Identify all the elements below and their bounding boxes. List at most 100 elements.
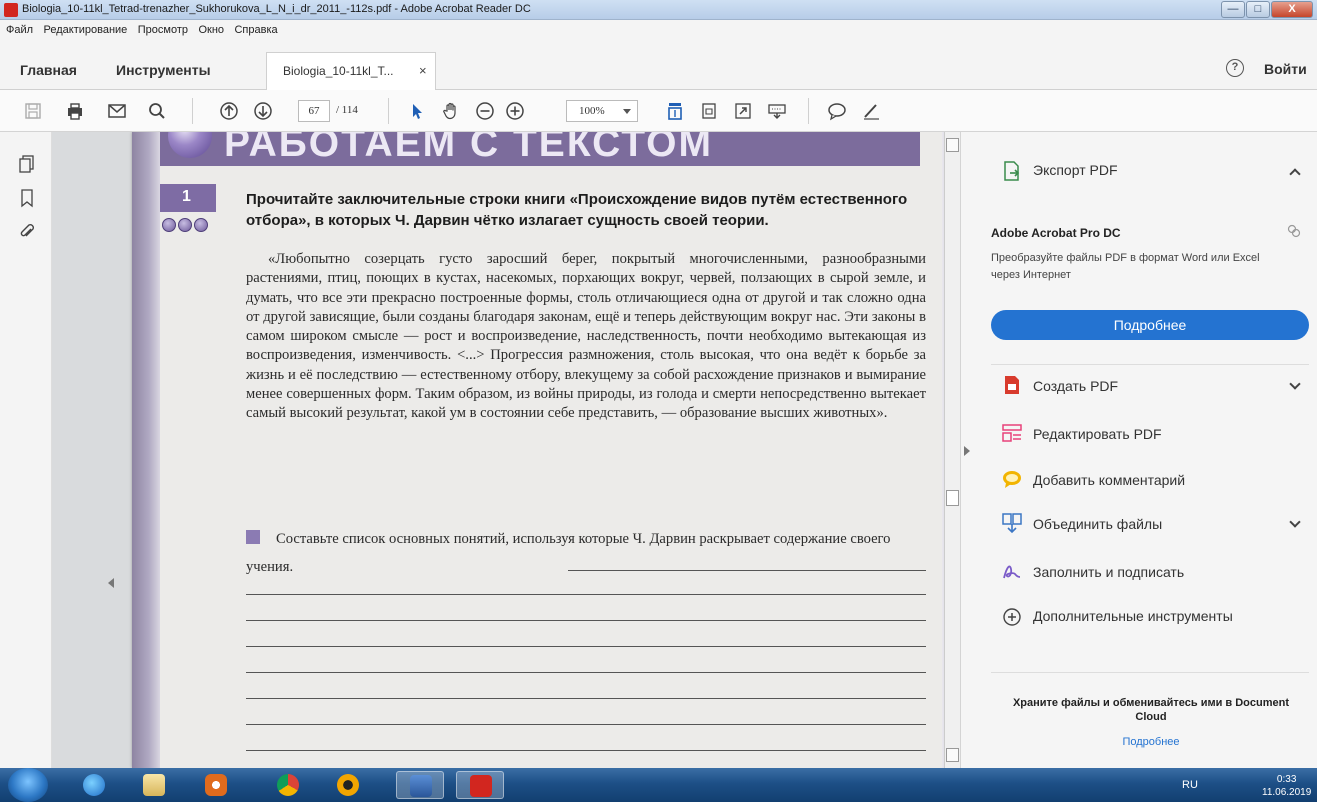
menu-window[interactable]: Окно — [198, 24, 224, 36]
attachment-icon[interactable] — [18, 222, 36, 242]
section-header-title: РАБОТАЕМ С ТЕКСТОМ — [224, 132, 713, 165]
answer-line — [246, 698, 926, 699]
document-cloud-text: Храните файлы и обменивайтесь ими в Docu… — [1012, 697, 1290, 723]
combine-files-label[interactable]: Объединить файлы — [1033, 516, 1162, 532]
minimize-button[interactable]: — — [1221, 1, 1245, 18]
language-indicator[interactable]: RU — [1182, 779, 1198, 791]
save-icon[interactable] — [22, 100, 44, 122]
scroll-up-button[interactable] — [946, 138, 959, 152]
help-icon[interactable]: ? — [1226, 59, 1244, 77]
vertical-scrollbar[interactable] — [944, 132, 960, 768]
document-cloud-link[interactable]: Подробнее — [1001, 736, 1301, 748]
close-button[interactable]: X — [1271, 1, 1313, 18]
chevron-down-icon[interactable] — [1289, 516, 1301, 528]
toolbar-separator — [808, 98, 809, 124]
maximize-button[interactable]: □ — [1246, 1, 1270, 18]
taskbar-internet-explorer[interactable] — [70, 771, 118, 799]
difficulty-dot — [194, 218, 208, 232]
promo-title: Adobe Acrobat Pro DC — [991, 226, 1121, 240]
keyboard-icon[interactable] — [766, 100, 788, 122]
fill-sign-icon — [1001, 560, 1023, 582]
media-player-icon — [205, 774, 227, 796]
scroll-thumb[interactable] — [946, 490, 959, 506]
export-pdf-label[interactable]: Экспорт PDF — [1033, 162, 1118, 178]
print-icon[interactable] — [64, 100, 86, 122]
toolbar-separator — [388, 98, 389, 124]
email-icon[interactable] — [106, 100, 128, 122]
sign-in-link[interactable]: Войти — [1264, 61, 1307, 77]
menu-view[interactable]: Просмотр — [138, 24, 188, 36]
page-left-shadow — [132, 132, 160, 768]
next-page-icon[interactable] — [252, 100, 274, 122]
collapse-left-panel-icon[interactable] — [108, 578, 114, 588]
clock-date: 11.06.2019 — [1262, 787, 1312, 798]
tab-home[interactable]: Главная — [20, 62, 77, 78]
acrobat-icon — [470, 775, 492, 797]
tools-pane: Экспорт PDF Adobe Acrobat Pro DC Преобра… — [960, 132, 1317, 768]
task-number-badge: 1 — [160, 184, 216, 212]
bookmark-icon[interactable] — [18, 188, 36, 208]
clock[interactable]: 0:33 11.06.2019 — [1262, 773, 1311, 799]
app-icon — [337, 774, 359, 796]
page-number-input[interactable]: 67 — [298, 100, 330, 122]
tab-close-icon[interactable]: × — [419, 63, 427, 78]
taskbar-app[interactable] — [324, 771, 372, 799]
full-screen-icon[interactable] — [732, 100, 754, 122]
internet-explorer-icon — [83, 774, 105, 796]
menu-help[interactable]: Справка — [234, 24, 277, 36]
scroll-down-button[interactable] — [946, 748, 959, 762]
difficulty-dots — [162, 218, 208, 232]
select-cursor-icon[interactable] — [406, 100, 428, 122]
pdf-page: РАБОТАЕМ С ТЕКСТОМ 1 Прочитайте заключит… — [132, 132, 958, 768]
window-controls: — □ X — [1221, 1, 1313, 18]
rotate-view-icon[interactable] — [698, 100, 720, 122]
menu-edit[interactable]: Редактирование — [44, 24, 128, 36]
edit-pdf-label[interactable]: Редактировать PDF — [1033, 426, 1162, 442]
tab-tools[interactable]: Инструменты — [116, 62, 211, 78]
word-icon — [410, 775, 432, 797]
left-navigation-rail — [0, 132, 52, 768]
search-icon[interactable] — [146, 100, 168, 122]
difficulty-dot — [162, 218, 176, 232]
hand-tool-icon[interactable] — [440, 100, 462, 122]
chevron-up-icon[interactable] — [1289, 168, 1301, 180]
taskbar-media-player[interactable] — [192, 771, 240, 799]
fill-sign-label[interactable]: Заполнить и подписать — [1033, 564, 1184, 580]
taskbar-chrome[interactable] — [264, 771, 312, 799]
divider — [991, 364, 1309, 365]
taskbar-acrobat[interactable] — [456, 771, 504, 799]
combine-files-icon — [1001, 512, 1023, 534]
document-viewport[interactable]: РАБОТАЕМ С ТЕКСТОМ 1 Прочитайте заключит… — [52, 132, 958, 768]
comment-icon[interactable] — [826, 100, 848, 122]
zoom-level-value: 100% — [579, 105, 605, 117]
dismiss-promo-icon[interactable] — [1287, 224, 1301, 241]
taskbar-file-explorer[interactable] — [130, 771, 178, 799]
create-pdf-icon — [1001, 374, 1023, 396]
zoom-in-icon[interactable] — [504, 100, 526, 122]
difficulty-dot — [178, 218, 192, 232]
taskbar-word[interactable] — [396, 771, 444, 799]
acrobat-app-icon — [4, 3, 18, 17]
folder-icon — [143, 774, 165, 796]
answer-line — [246, 620, 926, 621]
highlight-pen-icon[interactable] — [860, 100, 882, 122]
menu-file[interactable]: Файл — [6, 24, 33, 36]
darwin-quote: «Любопытно созерцать густо заросший бере… — [246, 251, 926, 422]
collapse-right-panel-icon[interactable] — [964, 446, 970, 456]
tab-document[interactable]: Biologia_10-11kl_T... × — [266, 52, 436, 90]
windows-taskbar: RU 0:33 11.06.2019 — [0, 768, 1317, 802]
start-button[interactable] — [8, 768, 48, 802]
zoom-level-select[interactable]: 100% — [566, 100, 638, 122]
more-tools-label[interactable]: Дополнительные инструменты — [1033, 608, 1233, 624]
answer-line — [246, 672, 926, 673]
add-comment-label[interactable]: Добавить комментарий — [1033, 472, 1185, 488]
page-thumbnails-icon[interactable] — [18, 154, 36, 174]
page-total: / 114 — [336, 104, 358, 116]
divider — [991, 672, 1309, 673]
previous-page-icon[interactable] — [218, 100, 240, 122]
create-pdf-label[interactable]: Создать PDF — [1033, 378, 1118, 394]
fit-page-icon[interactable] — [664, 100, 686, 122]
zoom-out-icon[interactable] — [474, 100, 496, 122]
chevron-down-icon[interactable] — [1289, 378, 1301, 390]
learn-more-button[interactable]: Подробнее — [991, 310, 1309, 340]
